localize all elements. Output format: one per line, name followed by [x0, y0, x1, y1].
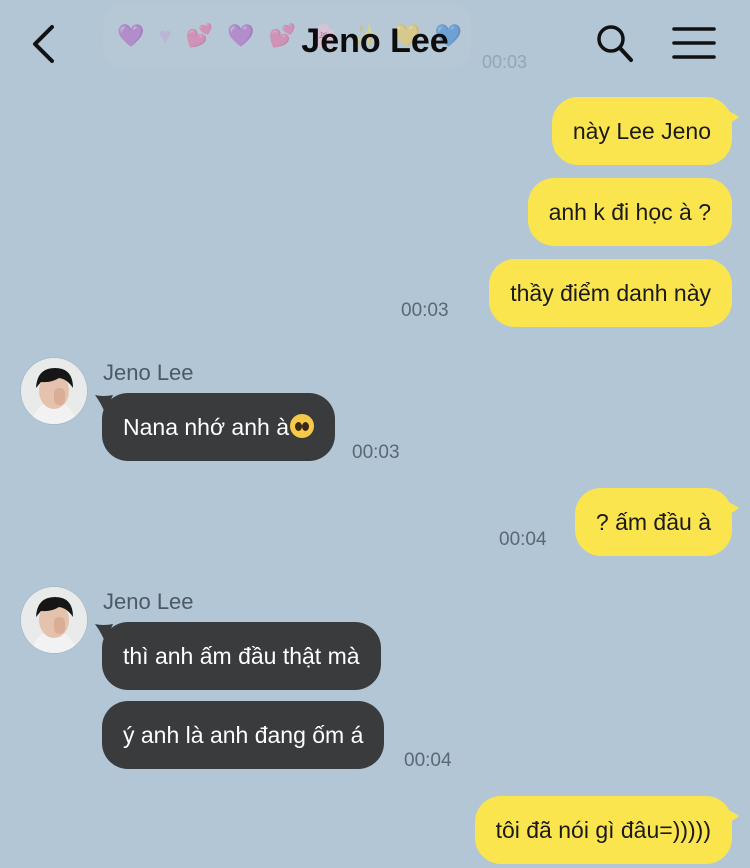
- menu-icon[interactable]: [672, 24, 716, 62]
- message-text: anh k đi học à ?: [548, 199, 711, 225]
- chevron-left-icon[interactable]: [26, 22, 66, 66]
- message-text: tôi đã nói gì đâu=))))): [495, 817, 711, 843]
- message-timestamp: 00:03: [352, 442, 400, 463]
- bubble-tail: [721, 808, 739, 826]
- my-message-bubble[interactable]: thầy điểm danh này: [489, 259, 732, 327]
- bubble-tail: [721, 500, 739, 518]
- chat-header: 💜 ♥ 💕 💜 💕 🌸 ✨ 💛 💙 00:03 Jeno Lee: [0, 0, 750, 86]
- pinned-time: 00:03: [482, 52, 528, 72]
- message-text: này Lee Jeno: [572, 118, 711, 144]
- sender-name: Jeno Lee: [103, 360, 194, 385]
- my-message-bubble[interactable]: anh k đi học à ?: [527, 178, 732, 246]
- pleading-face-icon: [290, 414, 314, 438]
- message-timestamp: 00:03: [401, 300, 449, 321]
- pinned-message-pill[interactable]: 💜 ♥ 💕 💜 💕 🌸 ✨ 💛 💙: [103, 3, 471, 69]
- message-timestamp: 00:04: [404, 750, 452, 771]
- message-text: ? ấm đầu à: [595, 509, 711, 535]
- message-timestamp: 00:04: [499, 529, 547, 550]
- sender-name: Jeno Lee: [103, 589, 194, 614]
- their-message-bubble[interactable]: thì anh ấm đầu thật mà: [95, 622, 381, 690]
- search-icon[interactable]: [594, 22, 634, 64]
- pinned-hearts: 💜 ♥ 💕 💜 💕 🌸 ✨ 💛 💙: [117, 23, 467, 48]
- my-message-bubble[interactable]: này Lee Jeno: [551, 97, 739, 165]
- message-text: ý anh là anh đang ốm á: [123, 722, 364, 748]
- bubble-tail: [721, 109, 739, 127]
- my-message-bubble[interactable]: ? ấm đầu à: [574, 488, 739, 556]
- my-message-bubble[interactable]: tôi đã nói gì đâu=))))): [474, 796, 739, 864]
- bubble-tail: [95, 624, 113, 642]
- message-text: Nana nhớ anh à: [123, 414, 289, 440]
- bubble-tail: [95, 395, 113, 413]
- their-message-bubble[interactable]: ý anh là anh đang ốm á: [102, 701, 385, 769]
- avatar[interactable]: [21, 358, 87, 424]
- their-message-bubble[interactable]: Nana nhớ anh à: [95, 393, 335, 461]
- avatar[interactable]: [21, 587, 87, 653]
- message-text: thầy điểm danh này: [510, 280, 711, 306]
- message-text: thì anh ấm đầu thật mà: [123, 643, 360, 669]
